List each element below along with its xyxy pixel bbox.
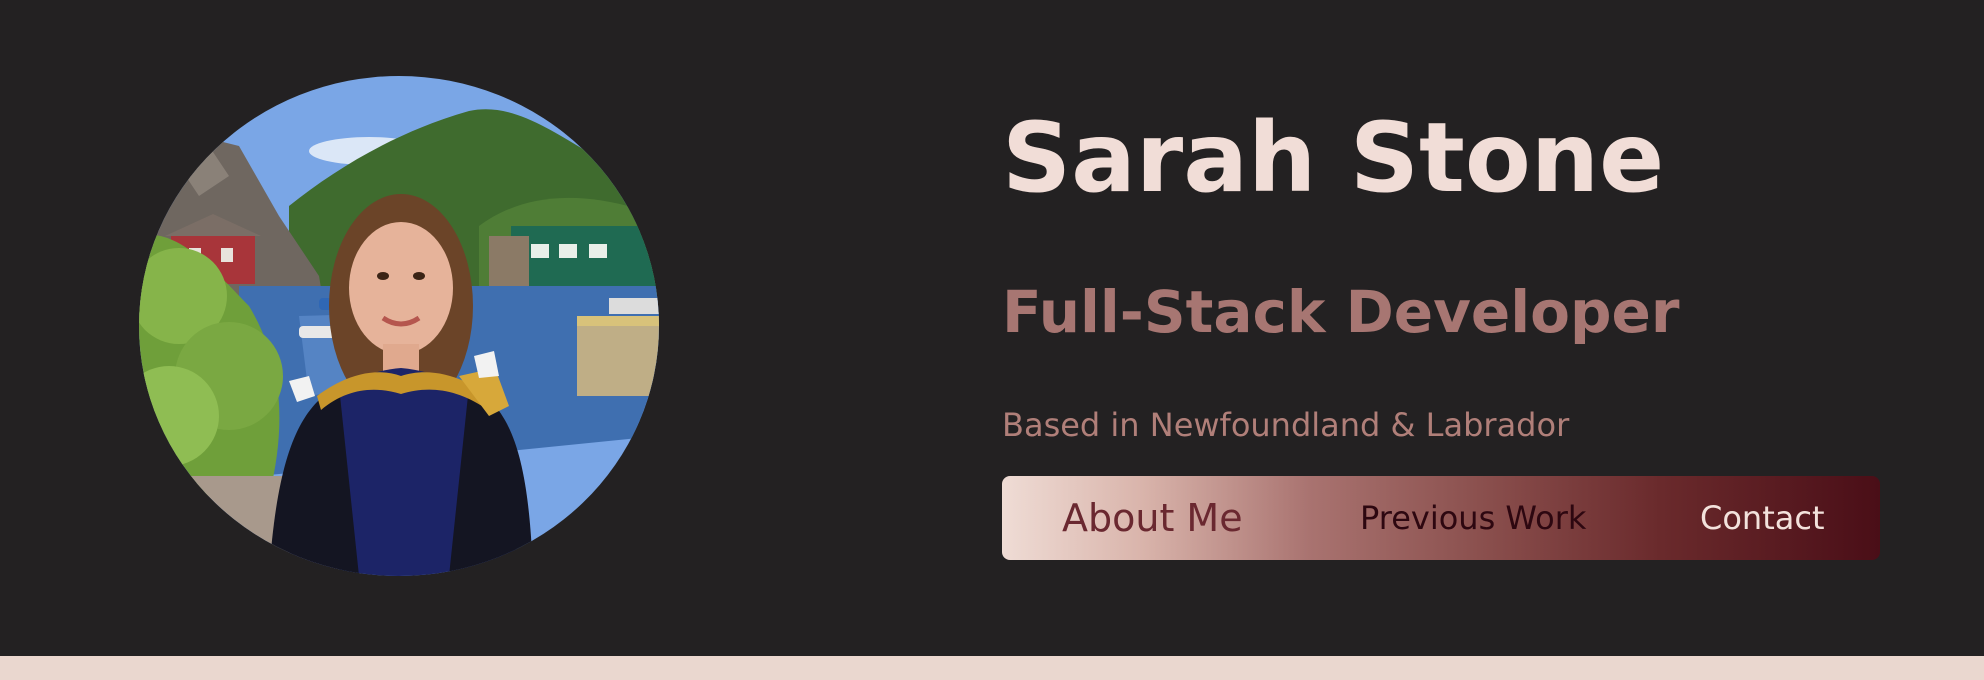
page: Sarah Stone Full-Stack Developer Based i… [0,0,1984,680]
profile-role: Full-Stack Developer [1002,278,1680,346]
profile-name: Sarah Stone [1002,102,1665,214]
nav-contact[interactable]: Contact [1700,476,1825,560]
nav-previous-work[interactable]: Previous Work [1360,476,1586,560]
nav-about-me[interactable]: About Me [1062,476,1243,560]
profile-photo [139,76,659,576]
profile-location: Based in Newfoundland & Labrador [1002,406,1570,444]
main-nav: About Me Previous Work Contact [1002,476,1880,560]
section-divider-strip [0,656,1984,680]
hero-header: Sarah Stone Full-Stack Developer Based i… [0,0,1984,656]
